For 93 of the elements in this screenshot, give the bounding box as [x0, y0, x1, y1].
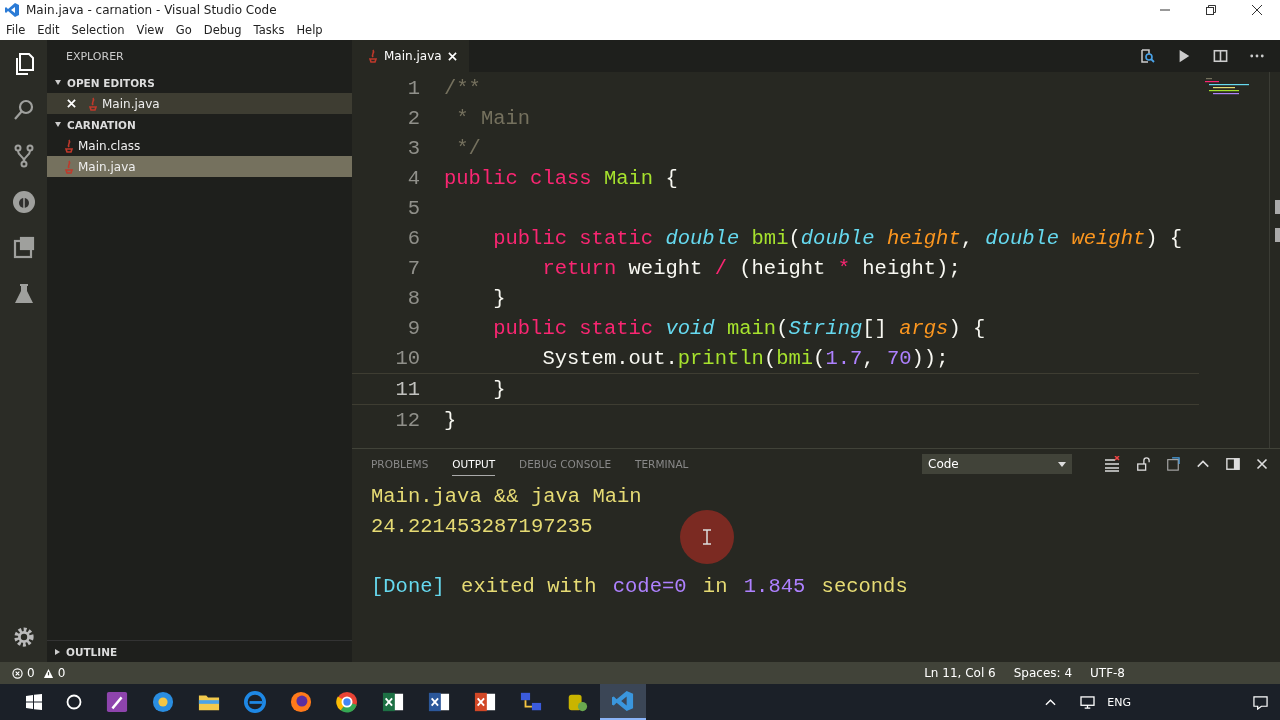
- java-file-icon: [64, 159, 74, 174]
- panel-tab[interactable]: PROBLEMS: [371, 452, 429, 476]
- code-line: /**: [444, 76, 481, 100]
- line-number: 11: [394, 377, 421, 401]
- line-number: 3: [406, 136, 421, 160]
- ruler-mark: [1275, 228, 1280, 242]
- explorer-item[interactable]: Main.java: [47, 93, 352, 114]
- line-number: 6: [406, 226, 421, 250]
- menu-item[interactable]: Debug: [203, 23, 242, 37]
- menu-item[interactable]: File: [6, 23, 26, 37]
- search-document-icon[interactable]: [1139, 48, 1155, 64]
- app-logo-icon: [4, 2, 20, 18]
- line-number: 4: [406, 166, 421, 190]
- notification-icon[interactable]: [1253, 694, 1268, 710]
- panel-tab[interactable]: TERMINAL: [635, 452, 689, 476]
- restore-icon[interactable]: [1206, 5, 1216, 15]
- clear-output-icon[interactable]: [1104, 456, 1120, 472]
- menu-item[interactable]: Go: [175, 23, 192, 37]
- editor-tab[interactable]: Main.java: [352, 40, 469, 72]
- code-line: * Main: [455, 106, 531, 130]
- code-line: }: [492, 286, 506, 310]
- warning-count[interactable]: 0: [57, 666, 66, 680]
- output-channel-dropdown[interactable]: Code: [922, 454, 1072, 474]
- monitor-icon[interactable]: [1080, 695, 1096, 709]
- split-editor-icon[interactable]: [1213, 49, 1228, 63]
- explorer-title: EXPLORER: [66, 49, 124, 63]
- chevron-up-icon[interactable]: [1045, 698, 1057, 706]
- editor-app-icon: [612, 690, 634, 712]
- explorer-item[interactable]: Main.java: [47, 156, 352, 177]
- compass-app-icon: [152, 691, 174, 713]
- error-count[interactable]: 0: [27, 666, 35, 680]
- output-line: 24.221453287197235: [371, 513, 593, 540]
- output-line: Main.java && java Main: [371, 483, 642, 510]
- line-number: 2: [406, 106, 421, 130]
- menu-item[interactable]: Selection: [71, 23, 125, 37]
- sheet-app-icon: [382, 691, 404, 713]
- input-language[interactable]: ENG: [1107, 695, 1131, 709]
- click-indicator-icon: [679, 509, 735, 565]
- line-number: 5: [406, 196, 421, 220]
- menu-item[interactable]: Tasks: [253, 23, 285, 37]
- open-log-icon[interactable]: [1166, 457, 1180, 471]
- doc-app-icon: [428, 691, 450, 713]
- encoding[interactable]: UTF-8: [1090, 666, 1125, 680]
- close-icon[interactable]: [1252, 5, 1262, 15]
- code-line: }: [492, 377, 506, 401]
- menu-item[interactable]: View: [136, 23, 164, 37]
- windows-start-icon[interactable]: [26, 694, 42, 710]
- code-line: public static void main(String[] args) {: [492, 316, 986, 340]
- java-file-icon: [88, 96, 98, 111]
- indentation[interactable]: Spaces: 4: [1013, 666, 1072, 680]
- code-line: */: [455, 136, 481, 160]
- code-line: System.out.println(bmi(1.7, 70));: [541, 346, 949, 370]
- more-icon[interactable]: [1250, 54, 1264, 58]
- browser-app-icon: [244, 691, 266, 713]
- panel-layout-icon[interactable]: [1226, 457, 1240, 471]
- java-file-icon: [368, 49, 378, 63]
- network-app-icon: [520, 691, 542, 713]
- line-number: 8: [406, 286, 421, 310]
- search-icon[interactable]: [11, 98, 36, 122]
- code-line: public static double bmi(double height, double weight) {: [492, 226, 1183, 250]
- panel-tab[interactable]: OUTPUT: [452, 452, 496, 476]
- cursor-position[interactable]: Ln 11, Col 6: [924, 666, 996, 680]
- caret-icon: [1058, 461, 1066, 467]
- line-number: 12: [394, 408, 421, 432]
- code-line: }: [444, 408, 457, 432]
- window-title: Main.java - carnation - Visual Studio Code: [26, 3, 277, 17]
- ring-app-icon: [336, 691, 358, 713]
- extensions-icon[interactable]: [11, 236, 36, 260]
- error-icon[interactable]: [12, 667, 23, 679]
- ruler-mark: [1275, 200, 1280, 214]
- line-number: 9: [406, 316, 421, 340]
- pencil-app-icon: [106, 691, 128, 713]
- code-line: return weight / (height * height);: [541, 256, 961, 280]
- output-line: [Done] exited with code=0 in 1.845 seconds: [371, 573, 908, 600]
- flame-app-icon: [290, 691, 312, 713]
- settings-icon[interactable]: [12, 626, 35, 648]
- line-number: 10: [394, 346, 421, 370]
- lock-icon[interactable]: [1136, 457, 1150, 471]
- panel-tab[interactable]: DEBUG CONSOLE: [519, 452, 612, 476]
- slides-app-icon: [474, 691, 496, 713]
- line-number: 7: [406, 256, 421, 280]
- menu-item[interactable]: Help: [296, 23, 323, 37]
- explorer-item[interactable]: Main.class: [47, 135, 352, 156]
- section-header[interactable]: CARNATION: [47, 114, 352, 135]
- debug-icon[interactable]: [11, 190, 36, 214]
- section-header[interactable]: OPEN EDITORS: [47, 72, 352, 93]
- search-circle-icon[interactable]: [66, 694, 82, 710]
- java-file-icon: [64, 138, 74, 153]
- menu-item[interactable]: Edit: [37, 23, 60, 37]
- line-number: 1: [406, 76, 421, 100]
- run-icon[interactable]: [1177, 49, 1191, 63]
- code-line: public class Main {: [444, 166, 678, 190]
- warning-icon[interactable]: [42, 667, 54, 679]
